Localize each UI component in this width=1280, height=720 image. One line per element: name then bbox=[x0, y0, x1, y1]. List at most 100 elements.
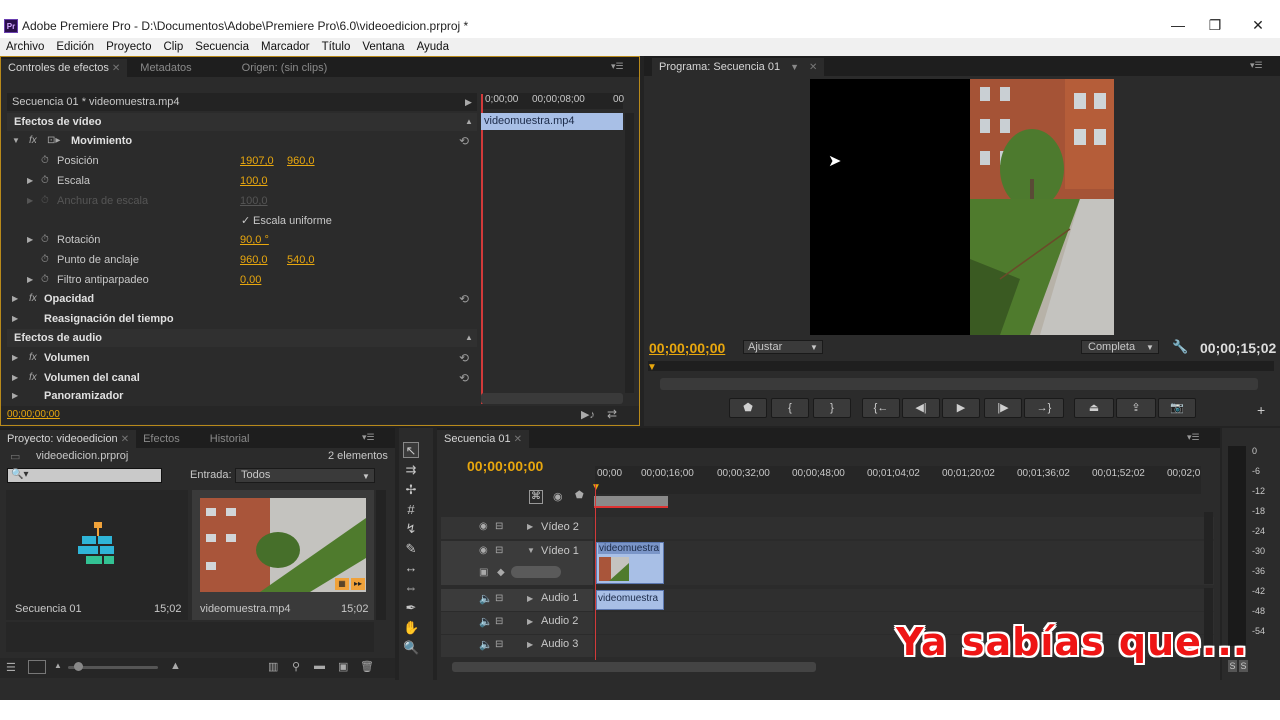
lift-button[interactable]: ⏏ bbox=[1074, 398, 1114, 418]
slider-handle[interactable] bbox=[74, 662, 83, 671]
channel-volume-row[interactable]: ▶ fx Volumen del canal ⟲ bbox=[7, 368, 477, 388]
tab-metadata[interactable]: Metadatos bbox=[133, 59, 198, 77]
close-tab-icon[interactable]: ✕ bbox=[121, 434, 129, 445]
eye-icon[interactable]: ◉ bbox=[479, 545, 488, 556]
list-view-icon[interactable]: ☰ bbox=[6, 661, 16, 674]
expand-triangle-icon[interactable]: ▶ bbox=[12, 309, 18, 329]
anchor-x-value[interactable]: 960,0 bbox=[240, 250, 268, 270]
track-select-tool-icon[interactable]: ⇉ bbox=[403, 462, 419, 478]
close-tab-icon[interactable]: ✕ bbox=[514, 434, 522, 445]
position-y-value[interactable]: 960,0 bbox=[287, 151, 315, 171]
uniform-scale-checkbox[interactable]: ✓ bbox=[241, 211, 250, 231]
rotation-value[interactable]: 90,0 ° bbox=[240, 230, 269, 250]
stopwatch-icon[interactable]: ⏱ bbox=[41, 270, 49, 290]
speaker-icon[interactable]: 🔈 bbox=[479, 592, 493, 605]
panel-menu-icon[interactable]: ▾☰ bbox=[611, 61, 624, 72]
play-audio-icon[interactable]: ▶♪ bbox=[581, 408, 595, 421]
new-item-icon[interactable]: ▣ bbox=[338, 660, 348, 673]
sync-lock-icon[interactable]: ⊟ bbox=[495, 593, 503, 604]
transform-icon[interactable]: ⊡▸ bbox=[47, 131, 60, 151]
zoom-out-icon[interactable]: ▲ bbox=[54, 661, 62, 670]
menu-archivo[interactable]: Archivo bbox=[6, 41, 44, 53]
anchor-y-value[interactable]: 540,0 bbox=[287, 250, 315, 270]
play-button[interactable]: ▶ bbox=[942, 398, 980, 418]
expand-triangle-icon[interactable]: ▶ bbox=[12, 348, 18, 368]
effect-timecode[interactable]: 00;00;00;00 bbox=[7, 409, 60, 420]
find-icon[interactable]: ⚲ bbox=[292, 660, 300, 673]
automate-icon[interactable]: ▥ bbox=[268, 660, 278, 673]
reset-icon[interactable]: ⟲ bbox=[459, 348, 469, 368]
button-editor-icon[interactable]: + bbox=[1257, 402, 1265, 418]
reset-icon[interactable]: ⟲ bbox=[459, 368, 469, 388]
speaker-icon[interactable]: 🔈 bbox=[479, 638, 493, 651]
program-timecode-current[interactable]: 00;00;00;00 bbox=[649, 340, 725, 356]
panel-menu-icon[interactable]: ▾☰ bbox=[362, 432, 375, 443]
collapse-audio-effects-icon[interactable]: ▲ bbox=[465, 333, 473, 342]
panel-menu-icon[interactable]: ▾☰ bbox=[1187, 432, 1200, 443]
expand-triangle-icon[interactable]: ▶ bbox=[527, 522, 533, 531]
flicker-value[interactable]: 0,00 bbox=[240, 270, 261, 290]
tab-source[interactable]: Origen: (sin clips) bbox=[235, 59, 335, 77]
timeline-zoom-scrollbar[interactable] bbox=[452, 662, 816, 672]
volume-row[interactable]: ▶ fx Volumen ⟲ bbox=[7, 348, 477, 368]
restore-button[interactable]: ❐ bbox=[1195, 14, 1235, 36]
position-x-value[interactable]: 1907,0 bbox=[240, 151, 274, 171]
entry-dropdown[interactable]: Todos ▼ bbox=[235, 468, 375, 483]
go-to-out-button[interactable]: →} bbox=[1024, 398, 1064, 418]
zoom-in-icon[interactable]: ▲ bbox=[170, 660, 181, 672]
loop-icon[interactable]: ⇄ bbox=[607, 407, 617, 421]
sync-lock-icon[interactable]: ⊟ bbox=[495, 545, 503, 556]
menu-clip[interactable]: Clip bbox=[163, 41, 183, 53]
tab-effect-controls[interactable]: Controles de efectos ✕ bbox=[1, 59, 128, 77]
eye-icon[interactable]: ◉ bbox=[479, 521, 488, 532]
effect-playhead[interactable] bbox=[481, 94, 483, 404]
tab-program[interactable]: Programa: Secuencia 01 ▼ ✕ bbox=[652, 58, 825, 76]
playhead-marker-icon[interactable]: ▼ bbox=[647, 362, 657, 373]
slip-tool-icon[interactable]: ↔ bbox=[403, 560, 419, 576]
close-tab-icon[interactable]: ✕ bbox=[112, 63, 120, 74]
icon-view-icon[interactable] bbox=[28, 660, 46, 674]
panel-menu-icon[interactable]: ▾☰ bbox=[1250, 60, 1263, 71]
expand-triangle-icon[interactable]: ▼ bbox=[12, 131, 20, 151]
menu-ayuda[interactable]: Ayuda bbox=[417, 41, 449, 53]
expand-triangle-icon[interactable]: ▶ bbox=[527, 617, 533, 626]
sync-lock-icon[interactable]: ⊟ bbox=[495, 639, 503, 650]
add-marker-button[interactable]: ⬟ bbox=[729, 398, 767, 418]
tab-effects[interactable]: Efectos bbox=[136, 430, 187, 448]
keyframe-toggle-icon[interactable]: ◆ bbox=[497, 567, 505, 578]
work-area-bar[interactable] bbox=[594, 496, 668, 508]
effect-scrollbar[interactable] bbox=[625, 113, 634, 393]
program-zoom-scrollbar[interactable] bbox=[660, 378, 1258, 390]
expand-triangle-icon[interactable]: ▶ bbox=[527, 594, 533, 603]
collapse-triangle-icon[interactable]: ▼ bbox=[527, 546, 535, 555]
zoom-tool-icon[interactable]: 🔍 bbox=[403, 640, 419, 656]
project-scrollbar[interactable] bbox=[376, 490, 386, 620]
menu-proyecto[interactable]: Proyecto bbox=[106, 41, 151, 53]
mark-in-button[interactable]: { bbox=[771, 398, 809, 418]
play-only-icon[interactable]: ▶ bbox=[465, 93, 472, 111]
expand-triangle-icon[interactable]: ▶ bbox=[12, 289, 18, 309]
expand-triangle-icon[interactable]: ▶ bbox=[27, 171, 33, 191]
speaker-icon[interactable]: 🔈 bbox=[479, 615, 493, 628]
sync-lock-icon[interactable]: ⊟ bbox=[495, 616, 503, 627]
stopwatch-icon[interactable]: ⏱ bbox=[41, 230, 49, 250]
expand-triangle-icon[interactable]: ▶ bbox=[12, 388, 18, 404]
razor-tool-icon[interactable]: ✎ bbox=[403, 541, 419, 557]
display-style-icon[interactable]: ▣ bbox=[479, 567, 488, 578]
reset-icon[interactable]: ⟲ bbox=[459, 289, 469, 309]
sequence-item[interactable]: Secuencia 01 15;02 bbox=[6, 490, 188, 620]
rate-stretch-tool-icon[interactable]: ↯ bbox=[403, 521, 419, 537]
snap-icon[interactable]: ⌘ bbox=[529, 490, 543, 504]
export-frame-button[interactable]: 📷 bbox=[1158, 398, 1196, 418]
expand-triangle-icon[interactable]: ▶ bbox=[27, 270, 33, 290]
collapse-video-effects-icon[interactable]: ▲ bbox=[465, 117, 473, 126]
expand-triangle-icon[interactable]: ▶ bbox=[27, 230, 33, 250]
video-tracks-scrollbar[interactable] bbox=[1204, 512, 1213, 584]
go-to-in-button[interactable]: {← bbox=[862, 398, 900, 418]
minimize-button[interactable]: — bbox=[1158, 14, 1198, 36]
expand-triangle-icon[interactable]: ▶ bbox=[12, 368, 18, 388]
trash-icon[interactable]: 🗑 bbox=[360, 660, 374, 673]
menu-secuencia[interactable]: Secuencia bbox=[195, 41, 249, 53]
menu-edicion[interactable]: Edición bbox=[56, 41, 94, 53]
project-search-input[interactable]: 🔍▾ bbox=[7, 468, 162, 483]
